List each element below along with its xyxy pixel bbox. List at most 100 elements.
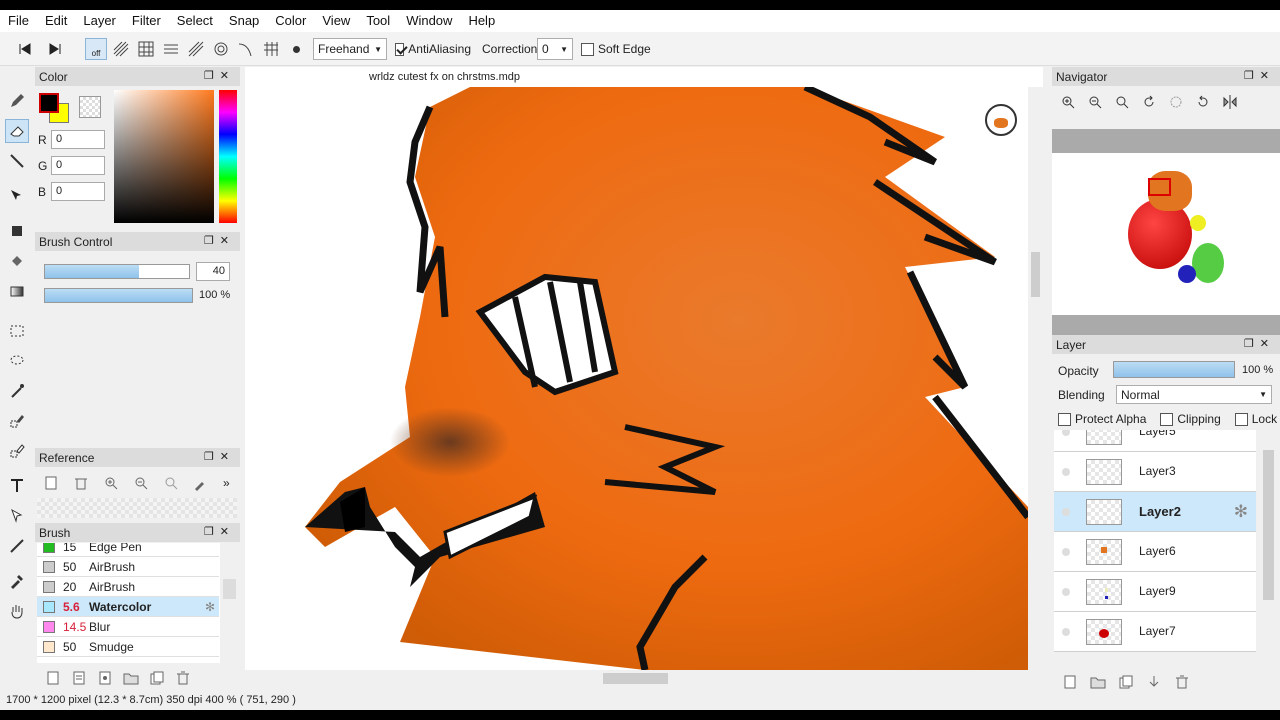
brush-size-input[interactable]: 40 bbox=[196, 262, 230, 281]
bucket-tool-icon[interactable] bbox=[5, 249, 29, 273]
move-tool-icon[interactable] bbox=[5, 184, 29, 208]
zoom-fit-icon[interactable] bbox=[163, 475, 179, 491]
layer-row-selected[interactable]: Layer2 ✻ bbox=[1054, 492, 1256, 532]
navigator-viewport-box[interactable] bbox=[1148, 178, 1171, 196]
visibility-icon[interactable] bbox=[1062, 430, 1070, 436]
new-folder-icon[interactable] bbox=[1090, 674, 1106, 690]
visibility-icon[interactable] bbox=[1062, 588, 1070, 596]
protect-alpha-checkbox[interactable] bbox=[1058, 412, 1071, 426]
transparent-color-swatch[interactable] bbox=[79, 96, 101, 118]
layer-opacity-slider[interactable] bbox=[1113, 361, 1235, 378]
panel-controls-icon[interactable]: ❐✕ bbox=[204, 525, 235, 538]
protect-alpha-toggle[interactable]: Protect Alpha bbox=[1058, 412, 1146, 426]
fill-rect-tool-icon[interactable] bbox=[5, 219, 29, 243]
brush-settings-icon[interactable]: ✻ bbox=[205, 600, 215, 614]
line-tool-icon[interactable] bbox=[5, 149, 29, 173]
visibility-icon[interactable] bbox=[1062, 468, 1070, 476]
prev-icon[interactable] bbox=[14, 38, 36, 60]
soft-edge-checkbox[interactable] bbox=[581, 42, 594, 56]
duplicate-layer-icon[interactable] bbox=[1118, 674, 1134, 690]
zoom-out-icon[interactable] bbox=[133, 475, 149, 491]
antialias-checkbox[interactable] bbox=[395, 42, 405, 56]
new-reference-icon[interactable] bbox=[43, 475, 59, 491]
gradient-tool-icon[interactable] bbox=[5, 279, 29, 303]
brush-opacity-slider[interactable] bbox=[44, 288, 193, 303]
hand-tool-icon[interactable] bbox=[5, 599, 29, 623]
canvas-area[interactable]: wrldz cutest fx on chrstms.mdp bbox=[245, 67, 1043, 687]
navigator-preview[interactable] bbox=[1052, 153, 1280, 315]
layer-row[interactable]: Layer6 bbox=[1054, 532, 1256, 572]
lock-checkbox[interactable] bbox=[1234, 412, 1248, 426]
brush-item-selected[interactable]: 5.6 Watercolor ✻ bbox=[37, 597, 219, 617]
rotate-left-icon[interactable] bbox=[1141, 94, 1157, 110]
operation-tool-icon[interactable] bbox=[5, 504, 29, 528]
panel-controls-icon[interactable]: ❐✕ bbox=[204, 69, 235, 82]
copy-brush-icon[interactable] bbox=[71, 670, 87, 686]
layer-row[interactable]: Layer3 bbox=[1054, 452, 1256, 492]
zoom-in-icon[interactable] bbox=[103, 475, 119, 491]
snap-grid-icon[interactable] bbox=[135, 38, 157, 60]
text-tool-icon[interactable] bbox=[5, 474, 29, 498]
menu-window[interactable]: Window bbox=[398, 10, 460, 32]
blending-select[interactable]: Normal ▼ bbox=[1116, 385, 1272, 404]
snap-circle-icon[interactable] bbox=[210, 38, 232, 60]
brush-size-slider[interactable] bbox=[44, 264, 190, 279]
layer-row[interactable]: Layer7 bbox=[1054, 612, 1256, 652]
snap-curve-icon[interactable] bbox=[235, 38, 257, 60]
select-rect-tool-icon[interactable] bbox=[5, 319, 29, 343]
visibility-icon[interactable] bbox=[1062, 508, 1070, 516]
snap-off-button[interactable]: off bbox=[85, 38, 107, 60]
next-icon[interactable] bbox=[44, 38, 66, 60]
select-eraser-tool-icon[interactable] bbox=[5, 439, 29, 463]
document-tab[interactable]: wrldz cutest fx on chrstms.mdp bbox=[245, 67, 645, 87]
select-pen-tool-icon[interactable] bbox=[5, 409, 29, 433]
horizontal-scrollbar[interactable] bbox=[245, 670, 1043, 687]
panel-controls-icon[interactable]: ❐✕ bbox=[204, 450, 235, 463]
delete-layer-icon[interactable] bbox=[1174, 674, 1190, 690]
merge-down-icon[interactable] bbox=[1146, 674, 1162, 690]
menu-help[interactable]: Help bbox=[460, 10, 503, 32]
menu-file[interactable]: File bbox=[0, 10, 37, 32]
panel-controls-icon[interactable]: ❐✕ bbox=[1244, 69, 1275, 82]
snap-parallel-icon[interactable] bbox=[110, 38, 132, 60]
nav-zoom-fit-icon[interactable] bbox=[1114, 94, 1130, 110]
eyedropper-tool-icon[interactable] bbox=[5, 569, 29, 593]
menu-tool[interactable]: Tool bbox=[358, 10, 398, 32]
r-input[interactable]: 0 bbox=[51, 130, 105, 149]
snap-lines-icon[interactable] bbox=[160, 38, 182, 60]
flip-icon[interactable] bbox=[1222, 94, 1238, 110]
brush-item[interactable]: 50 Smudge bbox=[37, 637, 219, 657]
pen-tool-icon[interactable] bbox=[5, 89, 29, 113]
clipping-checkbox[interactable] bbox=[1160, 412, 1174, 426]
brush-item[interactable]: 50 AirBrush bbox=[37, 557, 219, 577]
menu-select[interactable]: Select bbox=[169, 10, 221, 32]
clipping-toggle[interactable]: Clipping bbox=[1160, 412, 1221, 426]
lasso-tool-icon[interactable] bbox=[5, 349, 29, 373]
eraser-tool-icon[interactable] bbox=[5, 119, 29, 143]
menu-snap[interactable]: Snap bbox=[221, 10, 267, 32]
rotate-reset-icon[interactable] bbox=[1168, 94, 1184, 110]
delete-reference-icon[interactable] bbox=[73, 475, 89, 491]
rotate-right-icon[interactable] bbox=[1195, 94, 1211, 110]
brush-item[interactable]: 20 AirBrush bbox=[37, 577, 219, 597]
menu-layer[interactable]: Layer bbox=[75, 10, 124, 32]
duplicate-icon[interactable] bbox=[149, 670, 165, 686]
brush-item[interactable]: 15 Edge Pen bbox=[37, 543, 219, 557]
save-brush-icon[interactable] bbox=[97, 670, 113, 686]
saturation-value-picker[interactable] bbox=[114, 90, 214, 223]
brush-item[interactable]: 14.5 Blur bbox=[37, 617, 219, 637]
lock-toggle[interactable]: Lock bbox=[1234, 412, 1277, 426]
visibility-icon[interactable] bbox=[1062, 548, 1070, 556]
correction-select[interactable]: 0 ▼ bbox=[537, 38, 573, 60]
menu-color[interactable]: Color bbox=[267, 10, 314, 32]
nav-zoom-out-icon[interactable] bbox=[1087, 94, 1103, 110]
menu-filter[interactable]: Filter bbox=[124, 10, 169, 32]
layer-row[interactable]: Layer9 bbox=[1054, 572, 1256, 612]
nav-zoom-in-icon[interactable] bbox=[1060, 94, 1076, 110]
panel-controls-icon[interactable]: ❐✕ bbox=[204, 234, 235, 247]
g-input[interactable]: 0 bbox=[51, 156, 105, 175]
delete-brush-icon[interactable] bbox=[175, 670, 191, 686]
magic-wand-tool-icon[interactable] bbox=[5, 379, 29, 403]
antialias-toggle[interactable]: AntiAliasing bbox=[395, 38, 471, 60]
eyedropper-icon[interactable] bbox=[193, 475, 209, 491]
